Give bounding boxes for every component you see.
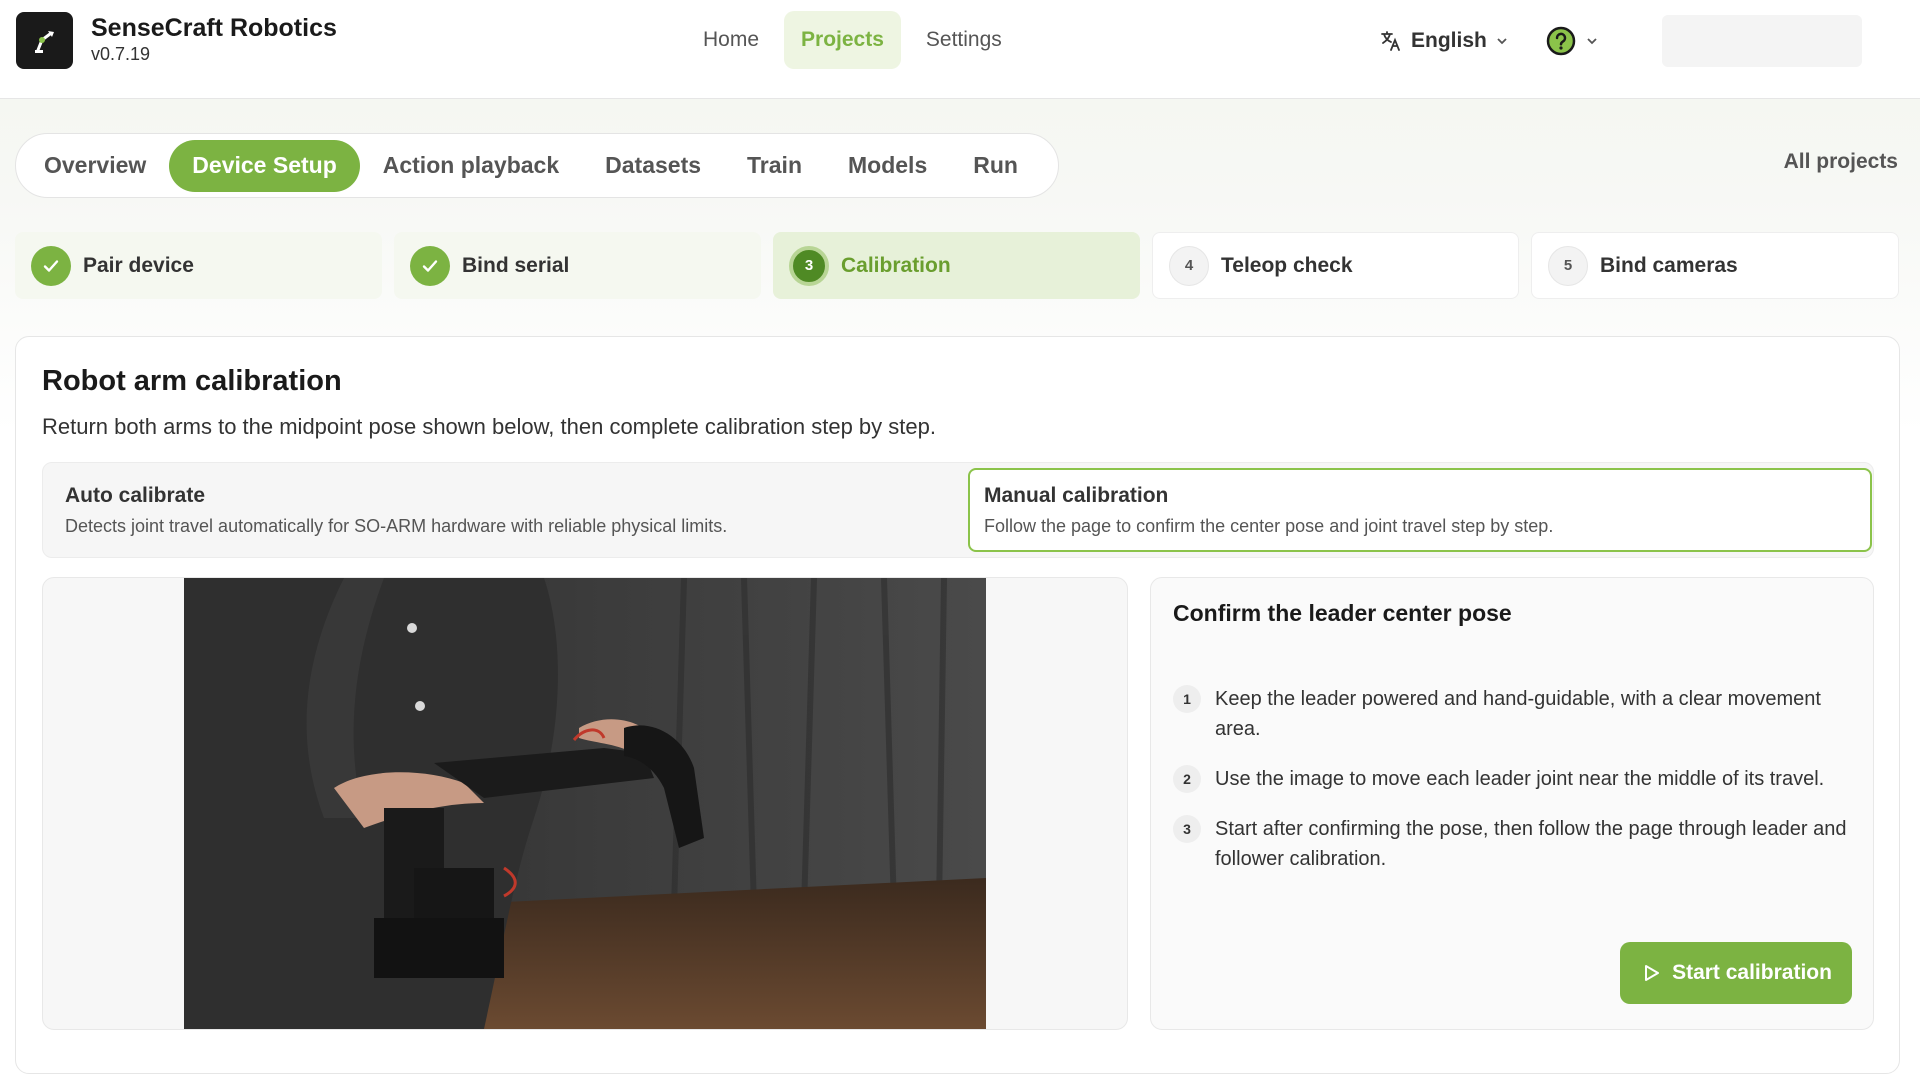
list-item-text: Keep the leader powered and hand-guidabl… (1215, 688, 1821, 740)
mode-title: Auto calibrate (65, 484, 206, 507)
step-teleop-check[interactable]: 4 Teleop check (1152, 232, 1519, 299)
page-title: Robot arm calibration (42, 365, 342, 397)
app-logo[interactable] (16, 12, 73, 69)
step-number: 4 (1169, 245, 1209, 286)
pose-image-panel (42, 577, 1128, 1030)
chevron-down-icon (1497, 38, 1507, 45)
list-item-text: Start after confirming the pose, then fo… (1215, 818, 1847, 870)
start-calibration-label: Start calibration (1672, 961, 1832, 984)
list-item-number: 1 (1173, 685, 1201, 713)
nav-home[interactable]: Home (686, 11, 776, 69)
step-label: Calibration (841, 253, 951, 277)
tab-datasets[interactable]: Datasets (582, 140, 724, 192)
robot-arm-icon (34, 30, 54, 53)
list-item: 3 Start after confirming the pose, then … (1173, 814, 1853, 874)
tab-models[interactable]: Models (825, 140, 950, 192)
step-number: 3 (789, 245, 829, 286)
step-label: Bind serial (462, 253, 570, 277)
language-selector[interactable]: English (1379, 24, 1509, 58)
tab-device-setup[interactable]: Device Setup (169, 139, 360, 192)
main-nav: Home Projects Settings (686, 11, 1019, 69)
start-calibration-button[interactable]: Start calibration (1620, 942, 1852, 1004)
instructions-list: 1 Keep the leader powered and hand-guida… (1173, 684, 1853, 894)
list-item: 1 Keep the leader powered and hand-guida… (1173, 684, 1853, 744)
language-label: English (1411, 29, 1487, 52)
chevron-down-icon (1587, 38, 1597, 45)
step-bind-serial[interactable]: Bind serial (394, 232, 761, 299)
step-bind-cameras[interactable]: 5 Bind cameras (1531, 232, 1899, 299)
translate-icon (1381, 31, 1400, 51)
tab-action-playback[interactable]: Action playback (360, 140, 582, 192)
calibration-mode-selector: Auto calibrate Detects joint travel auto… (42, 462, 1874, 558)
check-icon (410, 245, 450, 286)
calibration-card: Robot arm calibration Return both arms t… (15, 336, 1900, 1074)
page-subtitle: Return both arms to the midpoint pose sh… (42, 414, 936, 439)
mode-description: Detects joint travel automatically for S… (65, 516, 728, 536)
top-bar: SenseCraft Robotics v0.7.19 Home Project… (0, 0, 1920, 99)
tab-overview[interactable]: Overview (21, 140, 169, 192)
list-item: 2 Use the image to move each leader join… (1173, 764, 1853, 794)
all-projects-link[interactable]: All projects (1784, 150, 1898, 174)
help-circle-icon (1546, 26, 1576, 56)
user-profile-placeholder[interactable] (1662, 15, 1862, 67)
step-calibration[interactable]: 3 Calibration (773, 232, 1140, 299)
step-pair-device[interactable]: Pair device (15, 232, 382, 299)
list-item-number: 2 (1173, 765, 1201, 793)
center-pose-photo (184, 578, 986, 1029)
step-label: Pair device (83, 253, 194, 277)
play-icon (1645, 965, 1660, 981)
list-item-number: 3 (1173, 815, 1201, 843)
mode-title: Manual calibration (984, 484, 1169, 507)
step-label: Bind cameras (1600, 253, 1738, 277)
mode-manual-calibration[interactable]: Manual calibration Follow the page to co… (968, 468, 1872, 552)
help-menu[interactable] (1545, 24, 1599, 58)
nav-projects[interactable]: Projects (784, 11, 901, 69)
project-tabs: Overview Device Setup Action playback Da… (15, 133, 1059, 198)
step-label: Teleop check (1221, 253, 1353, 277)
mode-auto-calibrate[interactable]: Auto calibrate Detects joint travel auto… (49, 468, 955, 552)
instructions-panel: Confirm the leader center pose 1 Keep th… (1150, 577, 1874, 1030)
check-icon (31, 245, 71, 286)
nav-settings[interactable]: Settings (909, 11, 1019, 69)
brand-version: v0.7.19 (91, 44, 151, 64)
brand-name: SenseCraft Robotics (91, 14, 337, 42)
list-item-text: Use the image to move each leader joint … (1215, 768, 1825, 790)
step-number: 5 (1548, 245, 1588, 286)
mode-description: Follow the page to confirm the center po… (984, 516, 1554, 536)
tab-run[interactable]: Run (950, 140, 1041, 192)
tab-train[interactable]: Train (724, 140, 825, 192)
instructions-title: Confirm the leader center pose (1173, 600, 1512, 626)
